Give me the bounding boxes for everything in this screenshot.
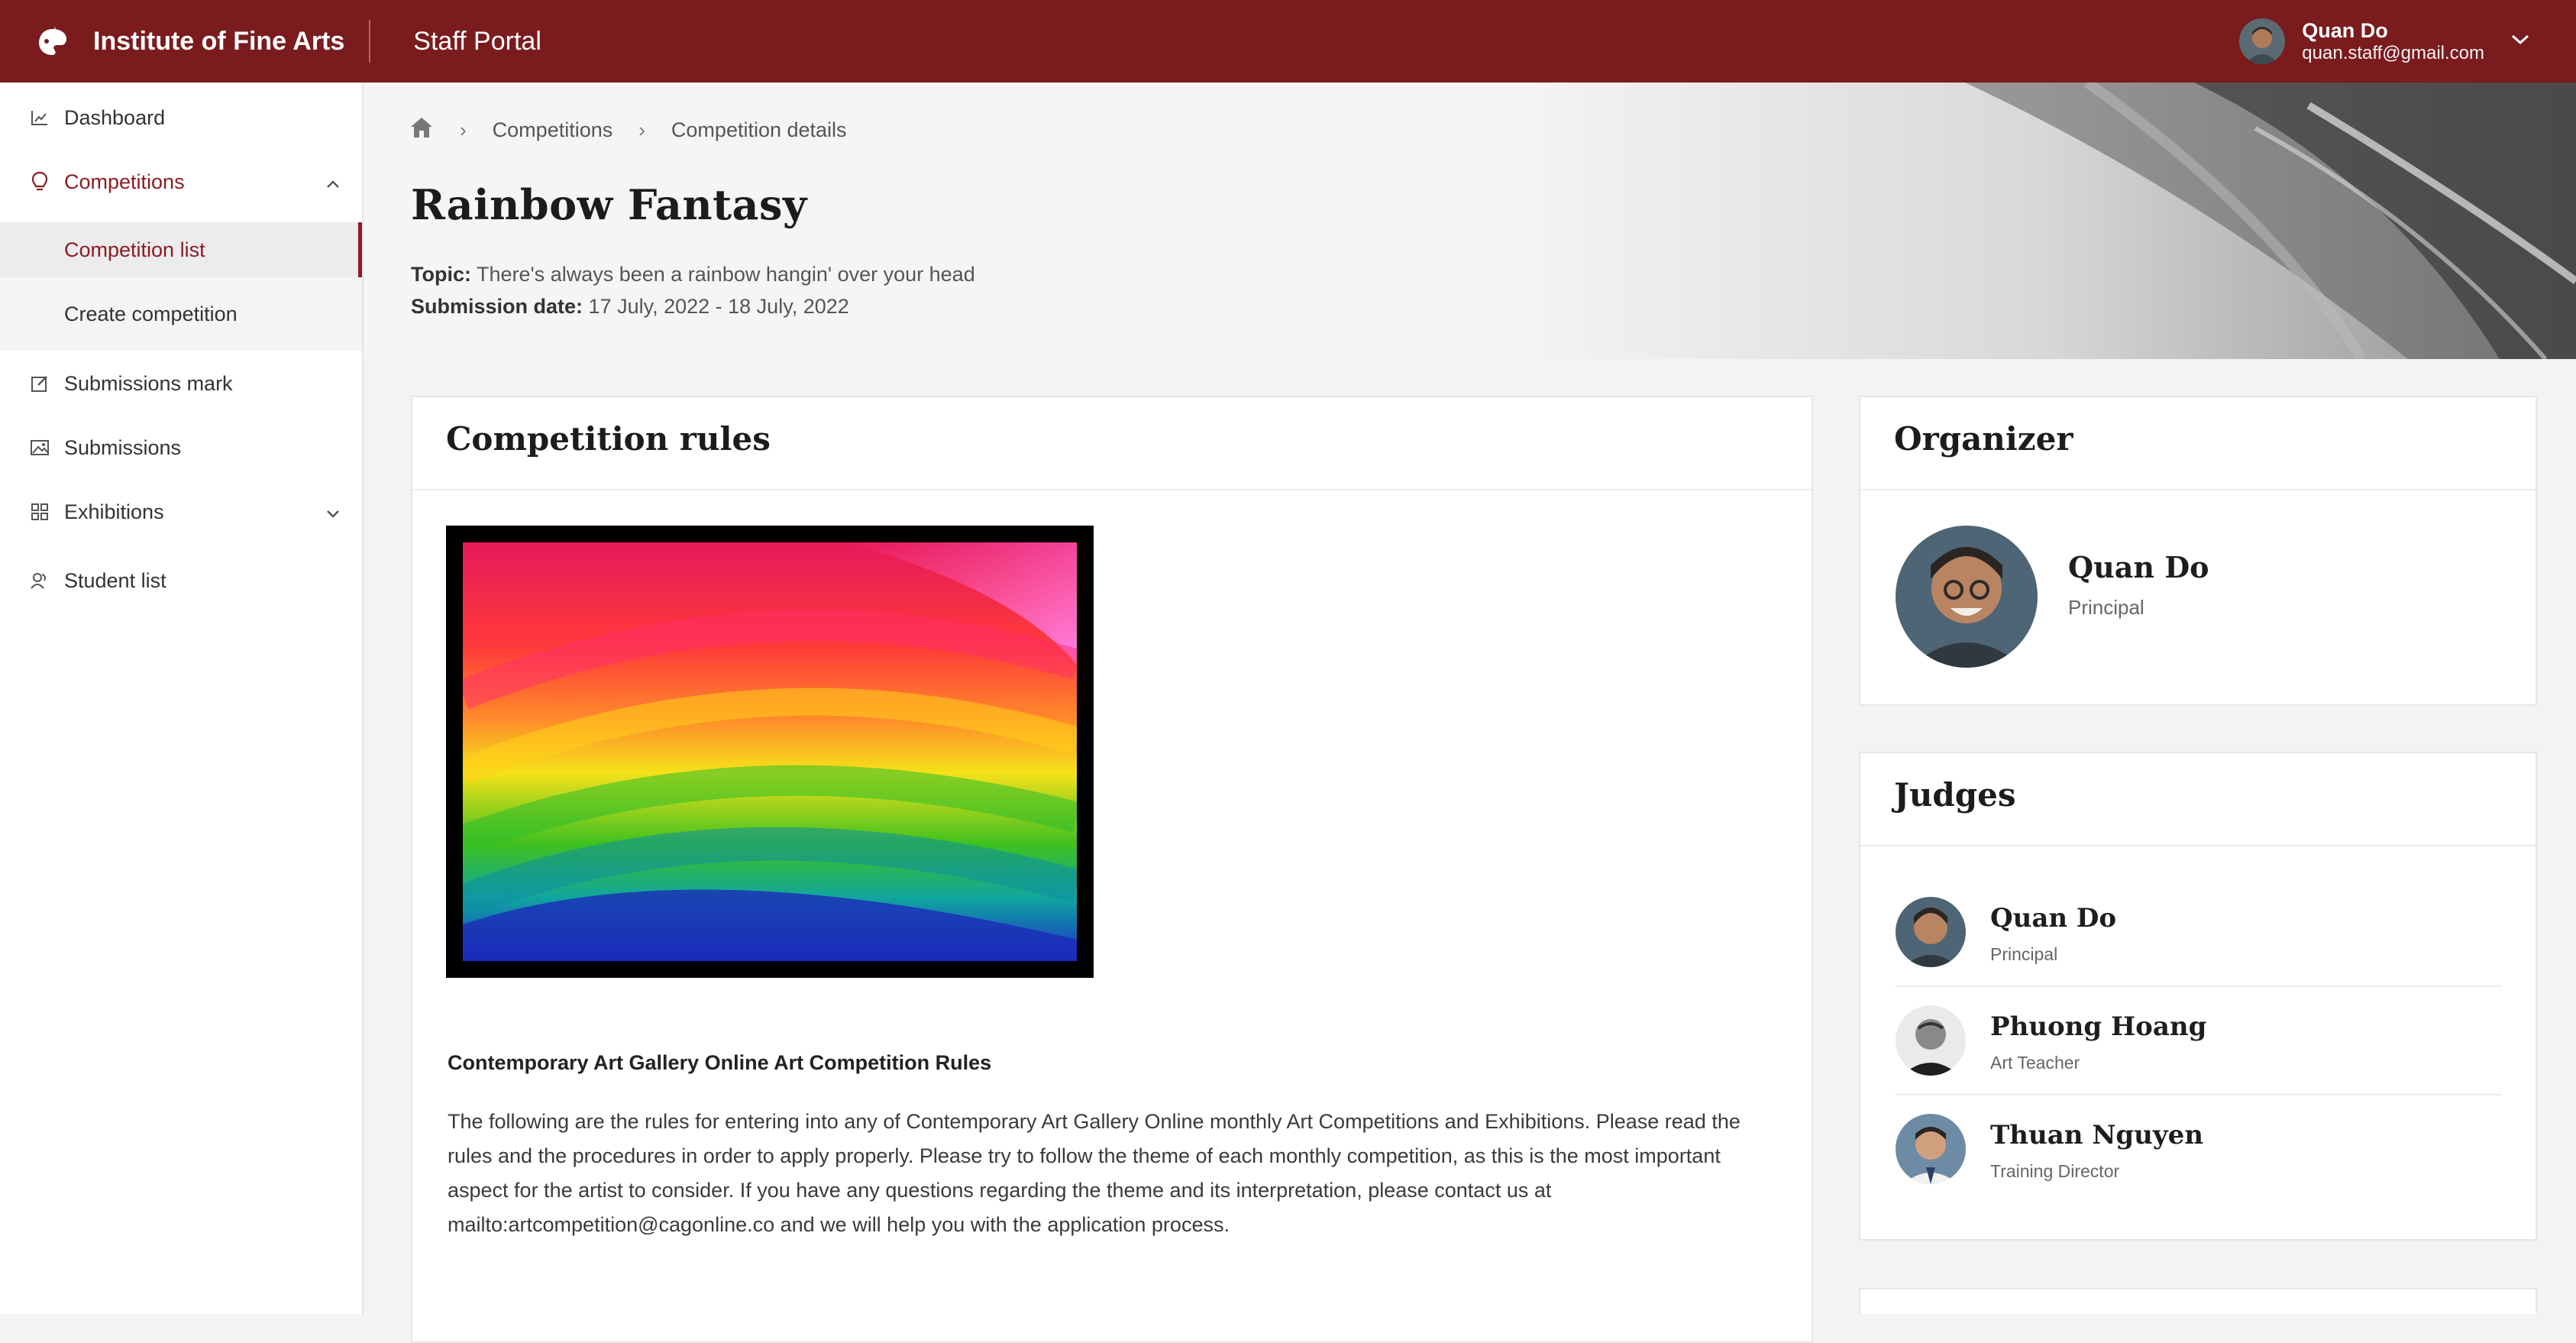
- breadcrumb: › Competitions › Competition details: [409, 116, 847, 144]
- judge-role: Art Teacher: [1990, 1053, 2080, 1073]
- sidebar: Dashboard Competitions Competition list …: [0, 83, 364, 1314]
- rules-body: The following are the rules for entering…: [448, 1110, 1740, 1236]
- competition-artwork[interactable]: [446, 526, 1094, 978]
- sidebar-item-label: Submissions: [64, 435, 182, 459]
- judge-item: Quan Do Principal: [1896, 880, 2507, 987]
- next-card: [1859, 1288, 2537, 1314]
- judge-role: Principal: [1990, 944, 2058, 964]
- judge-avatar: [1896, 1005, 1966, 1076]
- sidebar-item-label: Competition list: [64, 238, 205, 261]
- header-divider: [369, 20, 371, 63]
- grid-icon: [29, 501, 50, 523]
- chevron-right-icon: ›: [638, 118, 645, 141]
- edit-icon: [29, 373, 50, 394]
- sidebar-item-label: Dashboard: [64, 105, 166, 129]
- date-label: Submission date:: [411, 295, 583, 318]
- brand-link[interactable]: Institute of Fine Arts: [34, 22, 344, 60]
- breadcrumb-current: Competition details: [671, 118, 847, 141]
- rules-title: Competition rules: [446, 420, 771, 458]
- home-icon[interactable]: [409, 116, 434, 144]
- page-title: Rainbow Fantasy: [411, 180, 807, 229]
- sidebar-item-label: Exhibitions: [64, 500, 164, 523]
- sidebar-item-exhibitions[interactable]: Exhibitions: [0, 489, 364, 535]
- chart-icon: [29, 107, 50, 128]
- user-avatar: [2239, 18, 2286, 64]
- organizer-avatar: [1896, 526, 2038, 668]
- sidebar-item-competition-list[interactable]: Competition list: [0, 222, 362, 277]
- organizer-title: Organizer: [1894, 420, 2073, 458]
- brush-stroke-background: [1507, 83, 2576, 359]
- palette-logo-icon: [34, 22, 72, 60]
- sidebar-item-dashboard[interactable]: Dashboard: [0, 95, 364, 141]
- competitions-submenu: Competition list Create competition: [0, 222, 362, 351]
- breadcrumb-competitions[interactable]: Competitions: [493, 118, 613, 142]
- divider: [1860, 845, 2536, 846]
- organizer-role: Principal: [2068, 596, 2145, 619]
- user-email: quan.staff@gmail.com: [2302, 43, 2484, 63]
- sidebar-item-submissions-mark[interactable]: Submissions mark: [0, 361, 364, 406]
- competition-dates: Submission date: 17 July, 2022 - 18 July…: [411, 295, 849, 319]
- user-menu[interactable]: Quan Do quan.staff@gmail.com: [2239, 0, 2530, 83]
- sidebar-item-competitions[interactable]: Competitions: [0, 159, 364, 205]
- judge-role: Training Director: [1990, 1161, 2120, 1181]
- sidebar-item-label: Student list: [64, 568, 166, 592]
- sidebar-item-submissions[interactable]: Submissions: [0, 425, 364, 471]
- image-icon: [29, 437, 50, 458]
- rules-heading: Contemporary Art Gallery Online Art Comp…: [448, 1051, 992, 1074]
- judge-item: Phuong Hoang Art Teacher: [1896, 989, 2507, 1095]
- topic-label: Topic:: [411, 263, 471, 286]
- page-header: › Competitions › Competition details Rai…: [364, 83, 2576, 359]
- judge-name: Thuan Nguyen: [1990, 1120, 2204, 1150]
- sidebar-item-create-competition[interactable]: Create competition: [0, 286, 362, 341]
- divider: [412, 489, 1812, 490]
- organizer-name: Quan Do: [2068, 550, 2209, 584]
- top-bar: Institute of Fine Arts Staff Portal Quan…: [0, 0, 2576, 83]
- chevron-up-icon: [325, 170, 341, 194]
- divider: [1896, 1094, 2502, 1095]
- sidebar-item-label: Competitions: [64, 170, 185, 193]
- judge-avatar: [1896, 897, 1966, 967]
- judge-item: Thuan Nguyen Training Director: [1896, 1097, 2507, 1204]
- judge-avatar: [1896, 1114, 1966, 1184]
- brand-name: Institute of Fine Arts: [93, 26, 345, 56]
- lightbulb-icon: [29, 171, 50, 193]
- judge-name: Phuong Hoang: [1990, 1011, 2207, 1042]
- users-icon: [29, 570, 50, 591]
- judges-title: Judges: [1894, 776, 2016, 814]
- portal-name: Staff Portal: [413, 26, 541, 56]
- chevron-right-icon: ›: [460, 118, 467, 141]
- topic-value: There's always been a rainbow hangin' ov…: [477, 263, 975, 286]
- sidebar-item-label: Submissions mark: [64, 371, 233, 395]
- judge-name: Quan Do: [1990, 903, 2117, 934]
- chevron-down-icon[interactable]: [2510, 34, 2530, 50]
- sidebar-item-label: Create competition: [64, 302, 238, 325]
- sidebar-item-student-list[interactable]: Student list: [0, 558, 364, 604]
- divider: [1896, 985, 2502, 987]
- chevron-down-icon: [325, 500, 341, 524]
- user-name: Quan Do: [2302, 19, 2388, 42]
- date-value: 17 July, 2022 - 18 July, 2022: [588, 295, 849, 318]
- divider: [1860, 489, 2536, 490]
- competition-topic: Topic: There's always been a rainbow han…: [411, 263, 975, 286]
